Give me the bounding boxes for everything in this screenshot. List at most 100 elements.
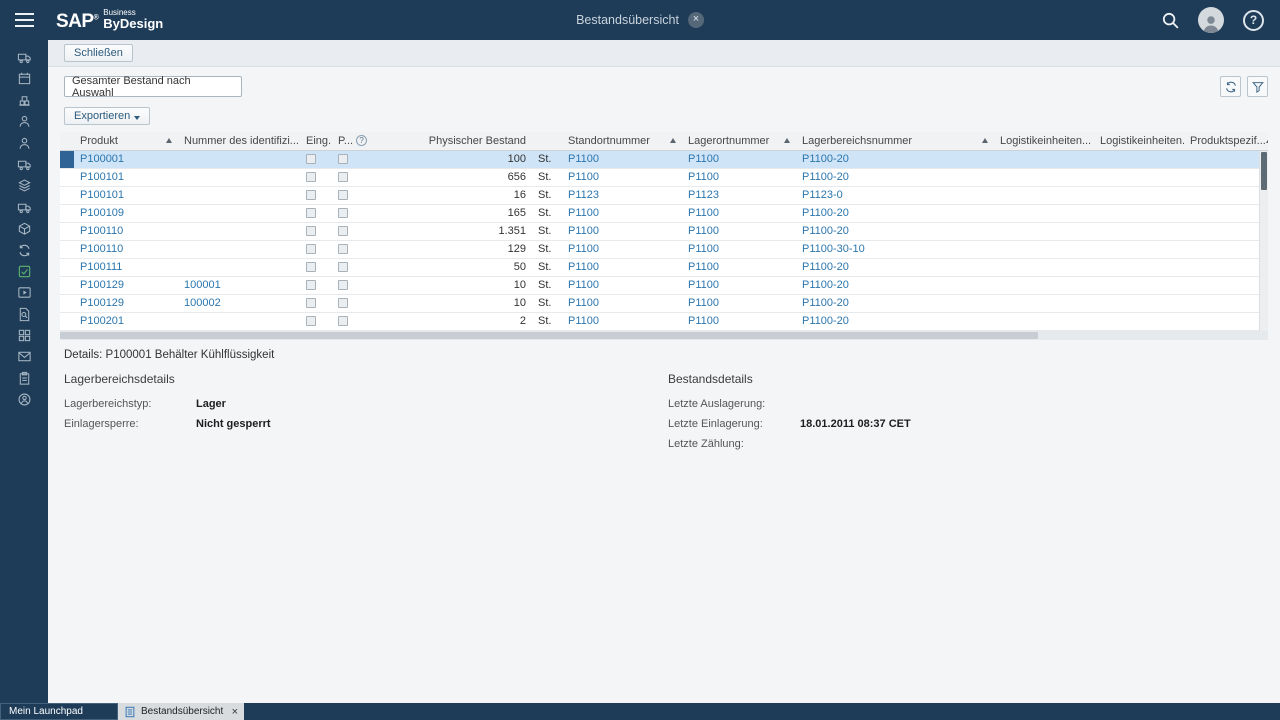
vertical-scrollbar-thumb[interactable] bbox=[1261, 152, 1267, 190]
returns-icon[interactable] bbox=[11, 370, 37, 387]
cell-lagerortnummer[interactable]: P1100 bbox=[682, 258, 796, 277]
cell-lagerortnummer[interactable]: P1100 bbox=[682, 294, 796, 313]
cell-produkt[interactable]: P100101 bbox=[74, 186, 178, 205]
table-row[interactable]: P100110 1.351 St. P1100 P1100 P1100-20 bbox=[60, 222, 1268, 241]
table-row[interactable]: P100109 165 St. P1100 P1100 P1100-20 bbox=[60, 204, 1268, 223]
header-physischer-bestand[interactable]: Physischer Bestand bbox=[380, 132, 532, 151]
delivery-truck-icon[interactable] bbox=[11, 49, 37, 66]
row-select-indicator[interactable] bbox=[60, 168, 74, 187]
cell-nummer[interactable] bbox=[178, 222, 300, 241]
header-produkt[interactable]: Produkt bbox=[74, 132, 178, 151]
row-select-indicator[interactable] bbox=[60, 258, 74, 277]
eingang-checkbox[interactable] bbox=[306, 316, 316, 327]
cell-lagerbereichsnummer[interactable]: P1100-20 bbox=[796, 222, 994, 241]
vertical-scrollbar[interactable] bbox=[1259, 151, 1268, 331]
freight-truck-icon[interactable] bbox=[11, 199, 37, 216]
table-row[interactable]: P100129 100001 10 St. P1100 P1100 P1100-… bbox=[60, 276, 1268, 295]
customer-icon[interactable] bbox=[11, 113, 37, 130]
view-select[interactable]: Gesamter Bestand nach Auswahl bbox=[64, 75, 242, 99]
cell-produkt[interactable]: P100001 bbox=[74, 150, 178, 169]
cell-standortnummer[interactable]: P1100 bbox=[562, 258, 682, 277]
approval-check-icon[interactable] bbox=[11, 263, 37, 280]
cell-lagerortnummer[interactable]: P1100 bbox=[682, 168, 796, 187]
row-select-indicator[interactable] bbox=[60, 240, 74, 259]
cell-lagerortnummer[interactable]: P1100 bbox=[682, 312, 796, 331]
cell-lagerortnummer[interactable]: P1100 bbox=[682, 204, 796, 223]
row-select-indicator[interactable] bbox=[60, 186, 74, 205]
cell-standortnummer[interactable]: P1100 bbox=[562, 240, 682, 259]
cell-lagerbereichsnummer[interactable]: P1123-0 bbox=[796, 186, 994, 205]
cell-lagerbereichsnummer[interactable]: P1100-30-10 bbox=[796, 240, 994, 259]
p-checkbox[interactable] bbox=[338, 190, 348, 201]
cell-nummer[interactable] bbox=[178, 240, 300, 259]
row-select-indicator[interactable] bbox=[60, 294, 74, 313]
refresh-button[interactable] bbox=[1220, 76, 1241, 97]
cell-nummer[interactable]: 100002 bbox=[178, 294, 300, 313]
row-select-indicator[interactable] bbox=[60, 276, 74, 295]
cell-lagerortnummer[interactable]: P1123 bbox=[682, 186, 796, 205]
row-select-indicator[interactable] bbox=[60, 312, 74, 331]
table-row[interactable]: P100110 129 St. P1100 P1100 P1100-30-10 bbox=[60, 240, 1268, 259]
row-select-indicator[interactable] bbox=[60, 204, 74, 223]
cell-nummer[interactable] bbox=[178, 168, 300, 187]
pallet-icon[interactable] bbox=[11, 92, 37, 109]
table-row[interactable]: P100201 2 St. P1100 P1100 P1100-20 bbox=[60, 312, 1268, 331]
header-lagerbereichsnummer[interactable]: Lagerbereichsnummer bbox=[796, 132, 994, 151]
account-icon[interactable] bbox=[11, 391, 37, 408]
cell-standortnummer[interactable]: P1100 bbox=[562, 312, 682, 331]
column-help-icon[interactable]: ? bbox=[356, 135, 368, 147]
outbound-truck-icon[interactable] bbox=[11, 156, 37, 173]
eingang-checkbox[interactable] bbox=[306, 280, 316, 291]
cell-lagerbereichsnummer[interactable]: P1100-20 bbox=[796, 294, 994, 313]
cell-lagerortnummer[interactable]: P1100 bbox=[682, 222, 796, 241]
calendar-icon[interactable] bbox=[11, 70, 37, 87]
header-lagerortnummer[interactable]: Lagerortnummer bbox=[682, 132, 796, 151]
header-eingang[interactable]: Eing... bbox=[300, 132, 332, 151]
hamburger-menu-button[interactable] bbox=[0, 13, 48, 27]
cell-produkt[interactable]: P100109 bbox=[74, 204, 178, 223]
active-view-tab[interactable]: Bestandsübersicht × bbox=[576, 12, 704, 28]
cell-lagerbereichsnummer[interactable]: P1100-20 bbox=[796, 312, 994, 331]
header-nummer[interactable]: Nummer des identifizi... bbox=[178, 132, 300, 151]
table-row[interactable]: P100001 100 St. P1100 P1100 P1100-20 bbox=[60, 150, 1268, 169]
p-checkbox[interactable] bbox=[338, 244, 348, 255]
header-logistikeinheiten-2[interactable]: Logistikeinheiten... bbox=[1094, 132, 1184, 151]
cell-lagerbereichsnummer[interactable]: P1100-20 bbox=[796, 150, 994, 169]
mail-icon[interactable] bbox=[11, 348, 37, 365]
cell-lagerbereichsnummer[interactable]: P1100-20 bbox=[796, 168, 994, 187]
cell-produkt[interactable]: P100129 bbox=[74, 276, 178, 295]
cell-nummer[interactable]: 100001 bbox=[178, 276, 300, 295]
cell-produkt[interactable]: P100201 bbox=[74, 312, 178, 331]
cell-standortnummer[interactable]: P1100 bbox=[562, 150, 682, 169]
cell-standortnummer[interactable]: P1123 bbox=[562, 186, 682, 205]
search-icon[interactable] bbox=[1161, 11, 1179, 29]
eingang-checkbox[interactable] bbox=[306, 208, 316, 219]
p-checkbox[interactable] bbox=[338, 280, 348, 291]
header-logistikeinheiten-1[interactable]: Logistikeinheiten... bbox=[994, 132, 1094, 151]
taskbar-tab-bestandsuebersicht[interactable]: Bestandsübersicht × bbox=[118, 703, 244, 720]
row-select-indicator[interactable] bbox=[60, 150, 74, 169]
cell-lagerbereichsnummer[interactable]: P1100-20 bbox=[796, 276, 994, 295]
row-select-indicator[interactable] bbox=[60, 222, 74, 241]
p-checkbox[interactable] bbox=[338, 172, 348, 183]
eingang-checkbox[interactable] bbox=[306, 154, 316, 165]
table-row[interactable]: P100129 100002 10 St. P1100 P1100 P1100-… bbox=[60, 294, 1268, 313]
cell-produkt[interactable]: P100111 bbox=[74, 258, 178, 277]
cell-lagerortnummer[interactable]: P1100 bbox=[682, 276, 796, 295]
table-row[interactable]: P100101 16 St. P1123 P1123 P1123-0 bbox=[60, 186, 1268, 205]
cell-nummer[interactable] bbox=[178, 312, 300, 331]
eingang-checkbox[interactable] bbox=[306, 172, 316, 183]
header-p[interactable]: P...? bbox=[332, 132, 380, 151]
eingang-checkbox[interactable] bbox=[306, 298, 316, 309]
horizontal-scrollbar[interactable] bbox=[60, 330, 1268, 340]
eingang-checkbox[interactable] bbox=[306, 262, 316, 273]
table-row[interactable]: P100111 50 St. P1100 P1100 P1100-20 bbox=[60, 258, 1268, 277]
cell-produkt[interactable]: P100101 bbox=[74, 168, 178, 187]
cell-nummer[interactable] bbox=[178, 186, 300, 205]
export-button[interactable]: Exportieren bbox=[64, 107, 151, 125]
close-view-icon[interactable]: × bbox=[687, 12, 704, 28]
p-checkbox[interactable] bbox=[338, 298, 348, 309]
contact-icon[interactable] bbox=[11, 135, 37, 152]
layers-icon[interactable] bbox=[11, 177, 37, 194]
p-checkbox[interactable] bbox=[338, 154, 348, 165]
